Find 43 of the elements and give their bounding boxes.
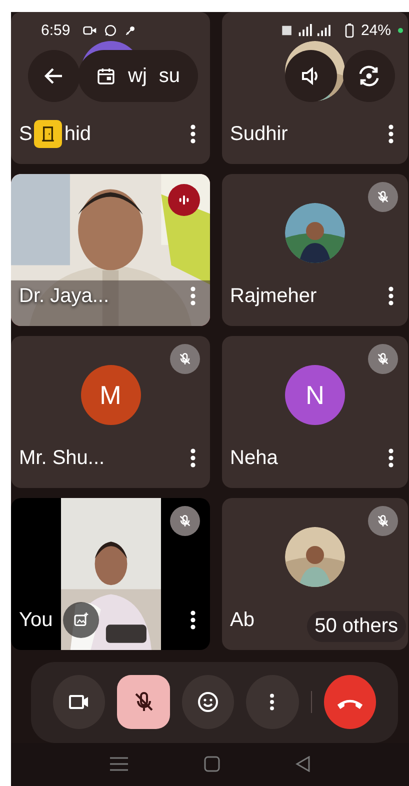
more-icon	[190, 124, 196, 144]
participant-tile[interactable]: M Mr. Shu...	[11, 336, 210, 488]
emoji-icon	[196, 690, 220, 714]
participant-tile[interactable]: Rajmeher	[222, 174, 408, 326]
meeting-title: wj	[128, 64, 147, 88]
effects-icon	[72, 611, 90, 629]
calendar-icon	[96, 66, 116, 86]
participant-name: Sudhir	[230, 122, 288, 146]
participant-name: Neha	[230, 446, 278, 470]
more-icon	[269, 693, 276, 712]
battery-level: 24%	[360, 22, 391, 39]
participant-name: Rajmeher	[230, 284, 317, 308]
status-time: 6:59	[41, 22, 70, 39]
participant-name: Dr. Jaya...	[19, 284, 110, 308]
chat-icon	[104, 24, 118, 37]
menu-icon[interactable]	[108, 756, 129, 772]
participant-tile[interactable]: You	[11, 498, 210, 650]
home-icon[interactable]	[204, 756, 220, 772]
more-icon	[388, 448, 394, 468]
avatar: M	[80, 365, 140, 425]
more-icon	[190, 610, 196, 630]
privacy-dot-icon	[398, 28, 403, 33]
battery-icon	[344, 23, 354, 38]
others-count-chip[interactable]: 50 others	[306, 611, 406, 642]
participant-name: You	[19, 608, 53, 632]
participant-name: S	[19, 122, 32, 146]
participant-name: Ab	[230, 608, 254, 632]
video-icon	[83, 25, 98, 36]
participant-tile[interactable]: N Neha	[222, 336, 408, 488]
microphone-button[interactable]	[117, 675, 170, 730]
more-icon	[190, 448, 196, 468]
meeting-title-chip[interactable]: wj su	[78, 50, 198, 102]
participant-tile[interactable]: Dr. Jaya...	[11, 174, 210, 326]
key-icon	[124, 24, 136, 36]
more-icon	[190, 286, 196, 306]
meeting-title: su	[158, 64, 180, 88]
participant-name: hid	[64, 122, 92, 146]
participant-tile[interactable]: Ab 50 others	[222, 498, 408, 650]
more-icon	[388, 124, 394, 144]
participant-name: Mr. Shu...	[19, 446, 105, 470]
avatar: N	[285, 365, 345, 425]
back-icon[interactable]	[295, 756, 312, 772]
more-icon	[388, 286, 394, 306]
